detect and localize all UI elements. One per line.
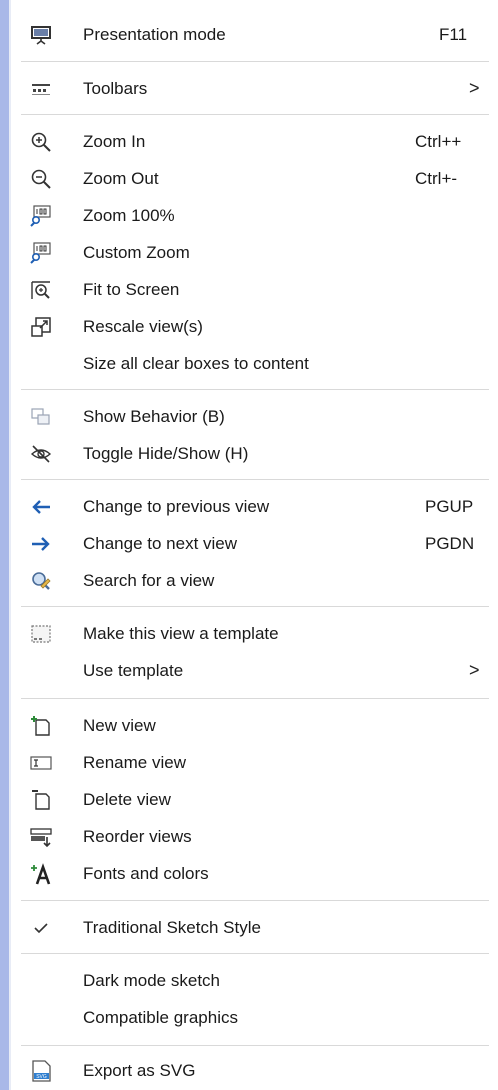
menu-item-new-view[interactable]: New view (11, 707, 498, 744)
arrow-left-icon (30, 496, 52, 518)
shortcut-label: PGDN (425, 534, 475, 553)
zoom-in-icon (30, 131, 52, 153)
separator (21, 61, 489, 62)
checkmark-icon (30, 917, 52, 939)
menu-item-label: Toggle Hide/Show (H) (83, 444, 249, 463)
menu-item-label: Custom Zoom (83, 243, 190, 262)
export-svg-icon: SVG (30, 1060, 52, 1082)
menu-item-dark-mode-sketch[interactable]: Dark mode sketch (11, 962, 498, 999)
hide-show-icon (30, 443, 52, 465)
menu-item-label: New view (83, 716, 156, 735)
menu-item-label: Fonts and colors (83, 864, 209, 883)
shortcut-label: Ctrl++ (415, 132, 462, 151)
fit-to-screen-icon (30, 279, 52, 301)
menu-item-toggle-hide-show[interactable]: Toggle Hide/Show (H) (11, 435, 498, 472)
menu-item-label: Compatible graphics (83, 1008, 238, 1027)
show-behavior-icon (30, 406, 52, 428)
menu-item-label: Make this view a template (83, 624, 279, 643)
shortcut-label: PGUP (425, 497, 474, 516)
menu-item-label: Zoom In (83, 132, 146, 151)
menu-item-label: Change to previous view (83, 497, 270, 516)
menu-item-zoom-100[interactable]: Zoom 100% (11, 197, 498, 234)
context-menu: Presentation mode F11 Toolbars > Zoom In… (11, 0, 498, 1090)
submenu-arrow: > (469, 660, 480, 680)
menu-item-fit-to-screen[interactable]: Fit to Screen (11, 271, 498, 308)
menu-item-label: Dark mode sketch (83, 971, 220, 990)
menu-item-next-view[interactable]: Change to next view PGDN (11, 525, 498, 562)
menu-item-rescale-views[interactable]: Rescale view(s) (11, 308, 498, 345)
search-view-icon (30, 570, 52, 592)
separator (21, 479, 489, 480)
menu-item-toolbars[interactable]: Toolbars > (11, 70, 498, 107)
zoom-100-icon (30, 205, 52, 227)
menu-item-label: Rescale view(s) (83, 317, 203, 336)
menu-item-zoom-in[interactable]: Zoom In Ctrl++ (11, 123, 498, 160)
menu-item-label: Change to next view (83, 534, 238, 553)
menu-item-label: Rename view (83, 753, 186, 772)
menu-item-label: Fit to Screen (83, 280, 180, 299)
separator (21, 953, 489, 954)
zoom-out-icon (30, 168, 52, 190)
window-frame-left (0, 0, 9, 1090)
rescale-icon (30, 316, 52, 338)
menu-item-use-template[interactable]: Use template > (11, 652, 498, 689)
menu-item-label: Export as SVG (83, 1061, 196, 1080)
menu-item-label: Delete view (83, 790, 171, 809)
menu-item-rename-view[interactable]: Rename view (11, 744, 498, 781)
separator (21, 114, 489, 115)
menu-item-presentation-mode[interactable]: Presentation mode F11 (11, 16, 498, 53)
menu-item-fonts-colors[interactable]: Fonts and colors (11, 855, 498, 892)
menu-item-search-view[interactable]: Search for a view (11, 562, 498, 599)
custom-zoom-icon (30, 242, 52, 264)
menu-item-label: Toolbars (83, 79, 148, 98)
shortcut-label: F11 (439, 25, 468, 44)
menu-item-traditional-sketch-style[interactable]: Traditional Sketch Style (11, 909, 498, 946)
menu-item-export-svg[interactable]: SVG Export as SVG (11, 1052, 498, 1089)
presentation-icon (30, 24, 52, 46)
menu-item-label: Presentation mode (83, 25, 226, 44)
template-icon (30, 623, 52, 645)
menu-item-show-behavior[interactable]: Show Behavior (B) (11, 398, 498, 435)
menu-item-make-template[interactable]: Make this view a template (11, 615, 498, 652)
menu-item-label: Search for a view (83, 571, 215, 590)
menu-item-compatible-graphics[interactable]: Compatible graphics (11, 999, 498, 1036)
menu-item-size-clear-boxes[interactable]: Size all clear boxes to content (11, 345, 498, 382)
separator (21, 606, 489, 607)
separator (21, 900, 489, 901)
separator (21, 1045, 489, 1046)
reorder-views-icon (30, 826, 52, 848)
menu-item-label: Use template (83, 661, 184, 680)
menu-item-label: Zoom Out (83, 169, 159, 188)
separator (21, 389, 489, 390)
menu-item-label: Zoom 100% (83, 206, 175, 225)
menu-item-previous-view[interactable]: Change to previous view PGUP (11, 488, 498, 525)
menu-item-reorder-views[interactable]: Reorder views (11, 818, 498, 855)
svg-badge-text: SVG (36, 1074, 47, 1080)
shortcut-label: Ctrl+- (415, 169, 458, 188)
rename-view-icon (30, 752, 52, 774)
menu-item-delete-view[interactable]: Delete view (11, 781, 498, 818)
menu-item-custom-zoom[interactable]: Custom Zoom (11, 234, 498, 271)
menu-item-label: Reorder views (83, 827, 192, 846)
menu-item-label: Size all clear boxes to content (83, 354, 309, 373)
arrow-right-icon (30, 533, 52, 555)
menu-item-label: Traditional Sketch Style (83, 918, 261, 937)
toolbars-icon (30, 78, 52, 100)
separator (21, 698, 489, 699)
fonts-icon (30, 863, 52, 885)
submenu-arrow: > (469, 78, 480, 98)
menu-item-label: Show Behavior (B) (83, 407, 225, 426)
menu-item-zoom-out[interactable]: Zoom Out Ctrl+- (11, 160, 498, 197)
delete-view-icon (30, 789, 52, 811)
new-view-icon (30, 715, 52, 737)
